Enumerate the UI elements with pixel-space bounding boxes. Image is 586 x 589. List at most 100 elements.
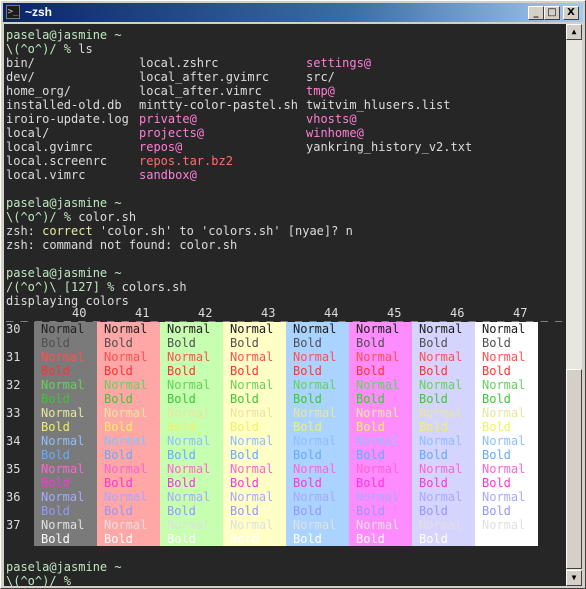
color-cell-normal: Normal — [419, 518, 463, 532]
color-cell-bold: Bold — [293, 448, 322, 462]
color-cell-normal: Normal — [356, 490, 400, 504]
color-cell-bold: Bold — [356, 504, 385, 518]
color-cell-normal: Normal — [230, 378, 274, 392]
color-cell-normal: Normal — [230, 434, 274, 448]
color-cell-bold: Bold — [356, 532, 385, 546]
ls-entry: repos.tar.bz2 — [139, 154, 233, 168]
color-cell-bold: Bold — [482, 364, 511, 378]
ls-entry: settings@ — [306, 56, 372, 70]
color-cell-bold: Bold — [230, 532, 259, 546]
color-cell-bold: Bold — [419, 420, 448, 434]
command-line: \(^o^)/ % — [6, 574, 72, 586]
color-cell-bold: Bold — [41, 364, 70, 378]
color-cell-bold: Bold — [104, 476, 133, 490]
scroll-up-button[interactable]: ▲ — [566, 24, 582, 40]
color-cell-bold: Bold — [419, 392, 448, 406]
color-cell-bold: Bold — [167, 532, 196, 546]
color-cell-normal: Normal — [104, 434, 148, 448]
terminal-app-icon[interactable]: >_ — [6, 5, 20, 19]
title-bar[interactable]: >_ ~zsh _ □ X — [3, 3, 583, 22]
output-line: displaying colors — [6, 294, 129, 308]
color-row-label: 35 — [6, 462, 21, 476]
ls-entry: winhome@ — [306, 126, 364, 140]
color-cell-normal: Normal — [167, 322, 211, 336]
close-button[interactable]: X — [563, 6, 579, 20]
color-cell-bold: Bold — [230, 504, 259, 518]
color-cell-normal: Normal — [104, 518, 148, 532]
ls-entry: local.screenrc — [6, 154, 108, 168]
color-cell-normal: Normal — [167, 434, 211, 448]
color-cell-bold: Bold — [356, 476, 385, 490]
ls-entry: src/ — [306, 70, 335, 84]
color-cell-normal: Normal — [482, 322, 526, 336]
color-cell-bold: Bold — [167, 420, 196, 434]
color-cell-bold: Bold — [230, 476, 259, 490]
color-cell-normal: Normal — [41, 350, 85, 364]
color-cell-bold: Bold — [41, 476, 70, 490]
color-cell-bold: Bold — [104, 504, 133, 518]
color-cell-normal: Normal — [41, 462, 85, 476]
color-cell-bold: Bold — [482, 476, 511, 490]
zsh-correct-message: zsh: correct 'color.sh' to 'colors.sh' [… — [6, 224, 353, 238]
ls-entry: local_after.vimrc — [139, 84, 262, 98]
ls-entry: local_after.gvimrc — [139, 70, 270, 84]
color-cell-bold: Bold — [104, 448, 133, 462]
color-cell-bold: Bold — [41, 420, 70, 434]
color-cell-bold: Bold — [167, 364, 196, 378]
color-cell-bold: Bold — [167, 336, 196, 350]
terminal-output[interactable]: pasela@jasmine ~ \(^o^)/ % ls bin/local.zs… — [4, 24, 566, 586]
color-cell-normal: Normal — [482, 434, 526, 448]
color-cell-normal: Normal — [293, 518, 337, 532]
color-cell-normal: Normal — [419, 490, 463, 504]
window-title: ~zsh — [25, 5, 53, 19]
color-cell-normal: Normal — [356, 350, 400, 364]
color-column-header: 41 — [135, 306, 150, 320]
color-cell-bold: Bold — [167, 448, 196, 462]
ls-entry: home_org/ — [6, 84, 72, 98]
color-cell-bold: Bold — [104, 336, 133, 350]
color-cell-normal: Normal — [356, 518, 400, 532]
vertical-scrollbar[interactable]: ▲ ▼ — [566, 24, 582, 586]
color-column-header: 44 — [324, 306, 339, 320]
color-cell-normal: Normal — [167, 462, 211, 476]
color-column-header: 43 — [261, 306, 276, 320]
ls-entry: sandbox@ — [139, 168, 197, 182]
color-table: Normal Bold Normal Bold Normal Bold Normal Bold… — [34, 322, 538, 546]
color-cell-normal: Normal — [356, 406, 400, 420]
scrollbar-thumb[interactable] — [566, 369, 582, 569]
color-cell-normal: Normal — [356, 434, 400, 448]
color-row-label: 36 — [6, 490, 21, 504]
color-cell-bold: Bold — [293, 420, 322, 434]
color-cell-normal: Normal — [104, 462, 148, 476]
color-cell-normal: Normal — [230, 406, 274, 420]
color-cell-normal: Normal — [419, 434, 463, 448]
color-cell-normal: Normal — [41, 378, 85, 392]
color-cell-bold: Bold — [419, 532, 448, 546]
color-cell-bold: Bold — [293, 532, 322, 546]
color-cell-bold: Bold — [293, 364, 322, 378]
color-row-label: 30 — [6, 322, 21, 336]
color-cell-bold: Bold — [41, 504, 70, 518]
prompt-line: pasela@jasmine ~ — [6, 196, 122, 210]
color-cell-bold: Bold — [230, 448, 259, 462]
color-cell-normal: Normal — [167, 490, 211, 504]
ls-entry: bin/ — [6, 56, 35, 70]
color-column-header: 45 — [387, 306, 402, 320]
color-cell-bold: Bold — [293, 392, 322, 406]
color-cell-normal: Normal — [482, 350, 526, 364]
color-cell-bold: Bold — [41, 336, 70, 350]
color-cell-bold: Bold — [104, 392, 133, 406]
color-cell-bold: Bold — [482, 532, 511, 546]
color-row-label: 31 — [6, 350, 21, 364]
color-cell-normal: Normal — [482, 490, 526, 504]
color-cell-normal: Normal — [167, 406, 211, 420]
ls-entry: local.gvimrc — [6, 140, 93, 154]
color-cell-bold: Bold — [419, 336, 448, 350]
minimize-button[interactable]: _ — [528, 6, 544, 20]
scroll-down-button[interactable]: ▼ — [566, 570, 582, 586]
color-cell-bold: Bold — [356, 448, 385, 462]
color-cell-bold: Bold — [167, 392, 196, 406]
color-cell-normal: Normal — [419, 378, 463, 392]
color-cell-normal: Normal — [419, 406, 463, 420]
maximize-button[interactable]: □ — [544, 6, 560, 20]
